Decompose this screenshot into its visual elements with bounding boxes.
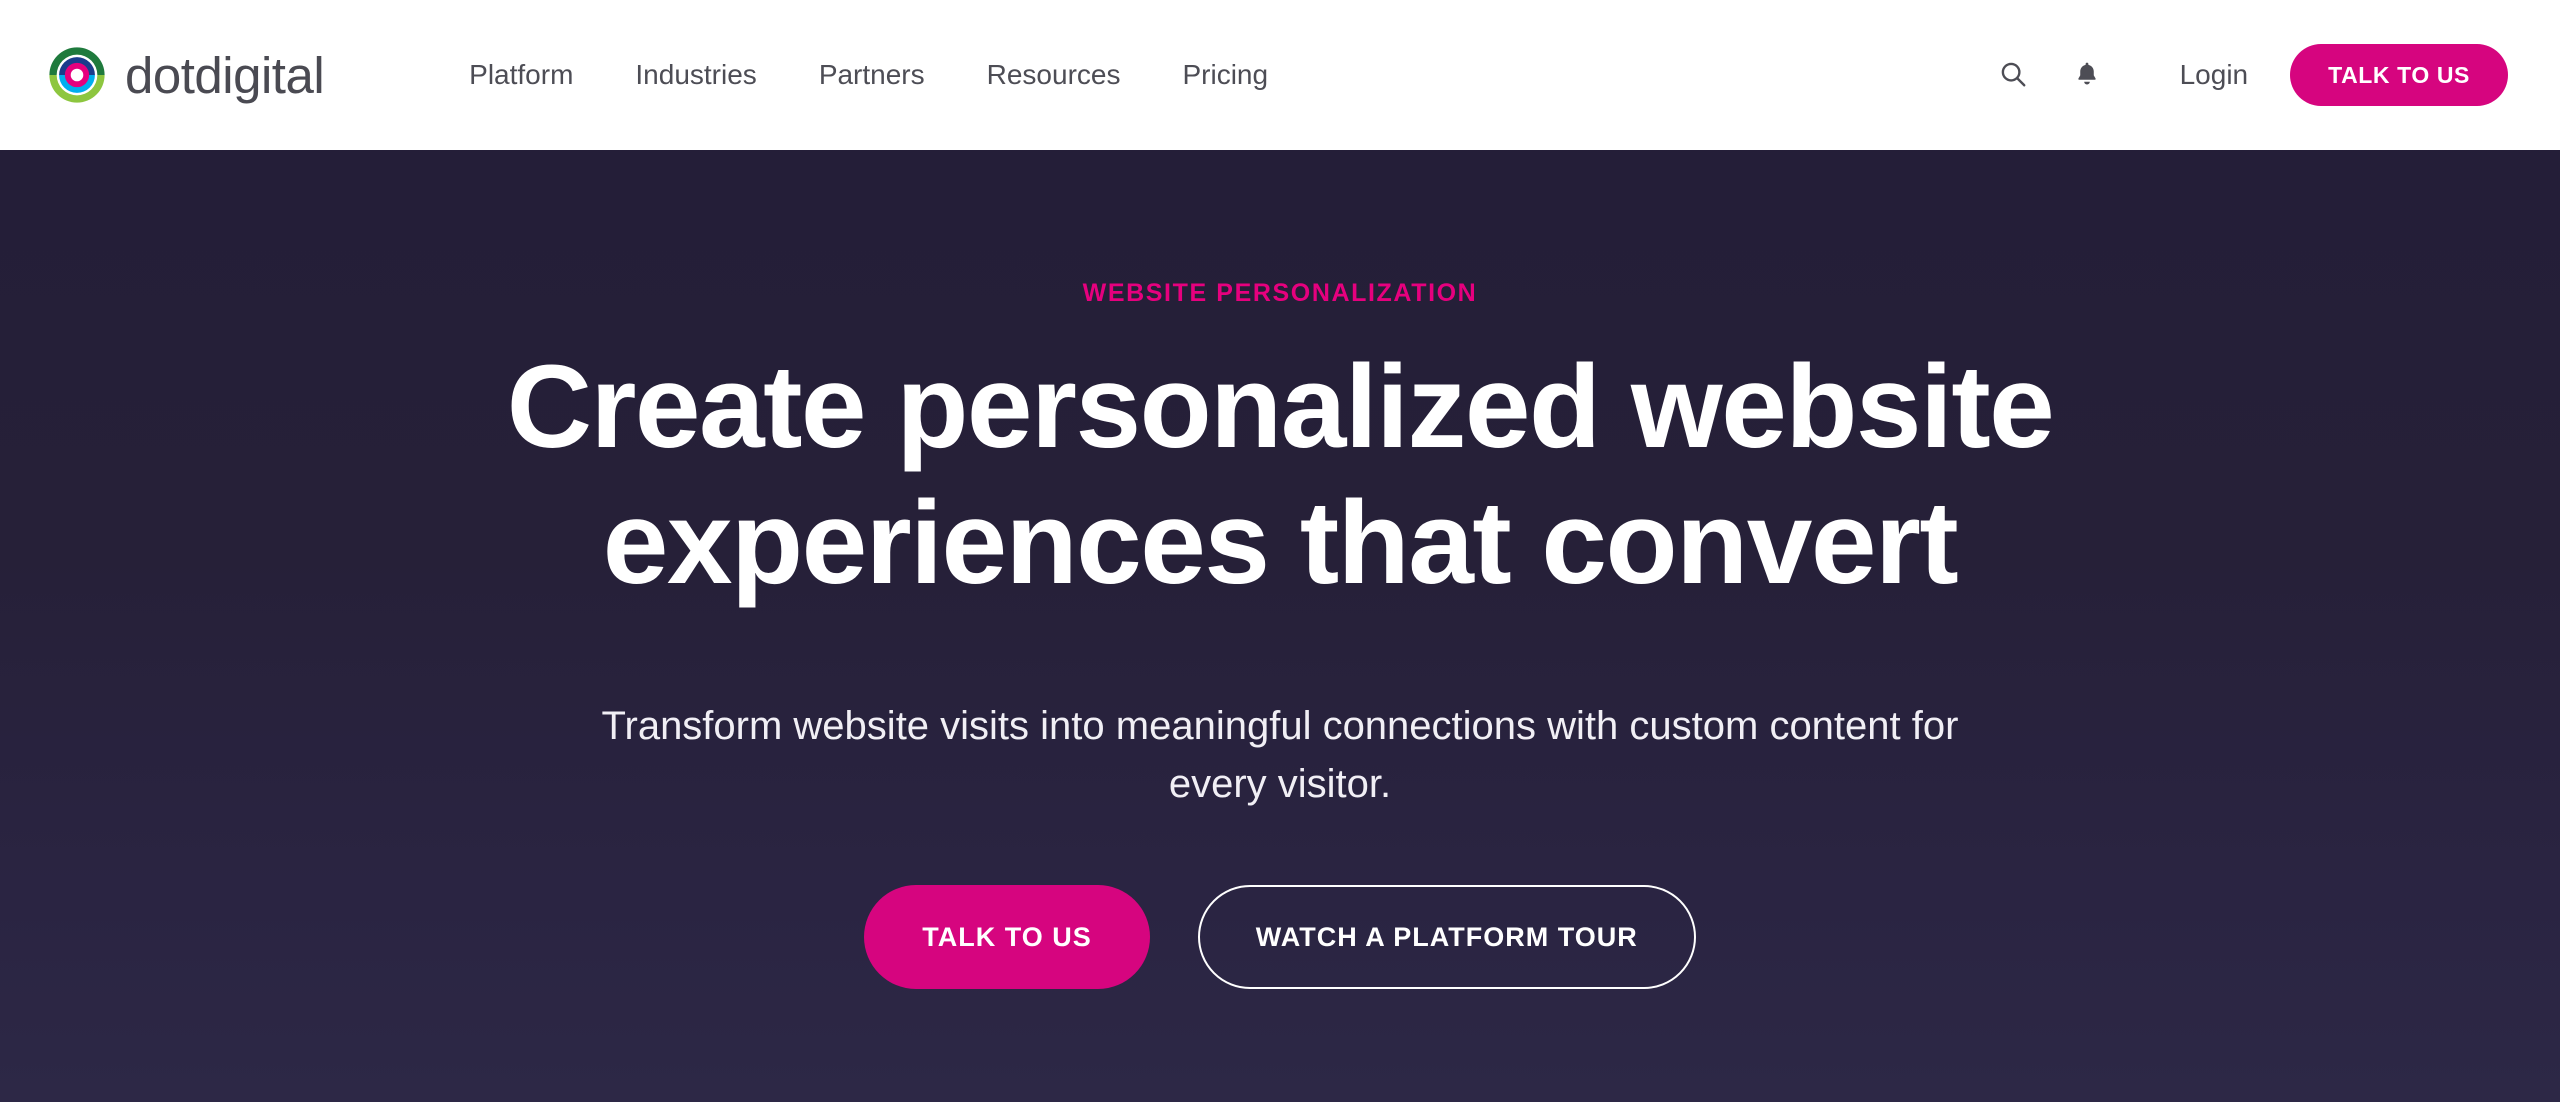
page-title: Create personalized website experiences … [506, 340, 2055, 611]
hero-talk-to-us-button[interactable]: TALK TO US [864, 885, 1150, 990]
nav-link-resources[interactable]: Resources [987, 51, 1121, 99]
nav-link-partners[interactable]: Partners [819, 51, 925, 99]
nav-link-platform[interactable]: Platform [469, 51, 573, 99]
brand-wordmark: dotdigital [125, 46, 325, 104]
hero-subtitle: Transform website visits into meaningful… [601, 704, 1959, 807]
dotdigital-target-logo-icon [46, 44, 108, 106]
nav-link-industries[interactable]: Industries [635, 51, 756, 99]
nav-link-pricing[interactable]: Pricing [1182, 51, 1268, 99]
primary-navigation: Platform Industries Partners Resources P… [469, 51, 1268, 99]
hero-title-line-1: Create personalized website [506, 341, 2055, 473]
bell-icon [2073, 60, 2101, 91]
hero-eyebrow: WEBSITE PERSONALIZATION [1082, 279, 1478, 307]
hero-title-line-2: experiences that convert [602, 476, 1959, 609]
hero-watch-platform-tour-button[interactable]: WATCH A PLATFORM TOUR [1197, 885, 1696, 990]
search-icon [1998, 59, 2028, 92]
search-button[interactable] [1986, 48, 2040, 102]
brand-logo-link[interactable]: dotdigital [46, 44, 325, 106]
hero-cta-group: TALK TO US WATCH A PLATFORM TOUR [864, 885, 1696, 990]
hero-section: WEBSITE PERSONALIZATION Create personali… [0, 150, 2560, 1102]
site-header: dotdigital Platform Industries Partners … [0, 0, 2560, 150]
header-utilities: Login TALK TO US [1986, 44, 2508, 106]
notifications-button[interactable] [2060, 48, 2114, 102]
header-talk-to-us-button[interactable]: TALK TO US [2290, 44, 2508, 106]
login-link[interactable]: Login [2180, 61, 2249, 89]
